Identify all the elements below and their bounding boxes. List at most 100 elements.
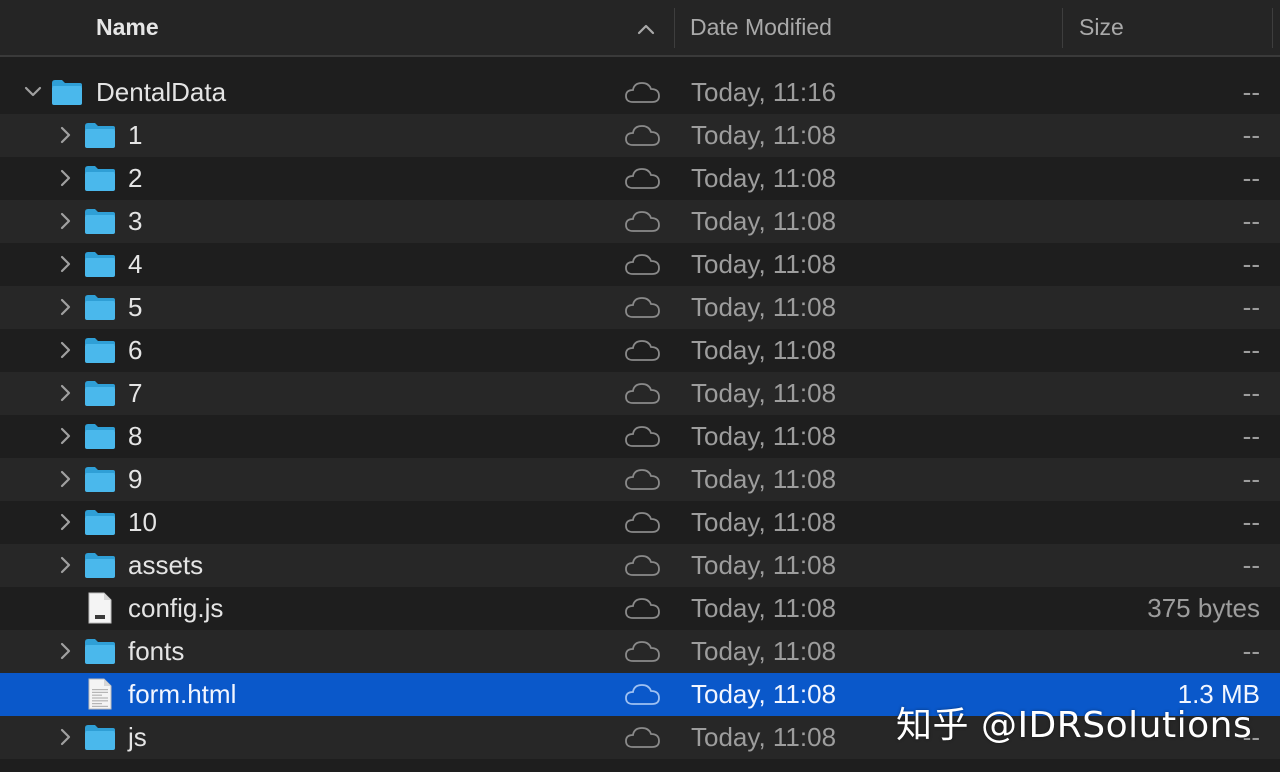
file-row[interactable]: 6 Today, 11:08 -- [0, 329, 1280, 372]
chevron-right-icon[interactable] [57, 555, 75, 575]
chevron-right-icon[interactable] [57, 297, 75, 317]
folder-icon [85, 553, 115, 578]
folder-icon [85, 209, 115, 234]
file-row[interactable]: 3 Today, 11:08 -- [0, 200, 1280, 243]
folder-icon [85, 725, 115, 750]
folder-icon [85, 166, 115, 191]
date-modified: Today, 11:08 [691, 335, 837, 365]
file-size: -- [1242, 77, 1260, 107]
file-row[interactable]: 8 Today, 11:08 -- [0, 415, 1280, 458]
date-modified: Today, 11:08 [691, 464, 837, 494]
icloud-status-icon[interactable] [624, 294, 662, 320]
date-modified: Today, 11:08 [691, 120, 837, 150]
finder-window: Name Date Modified Size DentalData Today,… [0, 0, 1280, 772]
chevron-down-icon[interactable] [24, 82, 42, 102]
file-row[interactable]: fonts Today, 11:08 -- [0, 630, 1280, 673]
chevron-right-icon[interactable] [57, 383, 75, 403]
chevron-right-icon[interactable] [57, 211, 75, 231]
file-name: config.js [128, 593, 224, 623]
watermark: 知乎 @IDRSolutions [896, 705, 1253, 746]
chevron-right-icon[interactable] [57, 168, 75, 188]
date-modified: Today, 11:08 [691, 378, 837, 408]
file-row[interactable]: 1 Today, 11:08 -- [0, 114, 1280, 157]
file-list: DentalData Today, 11:16 -- 1 Today, 11:08 -- 2… [0, 71, 1280, 759]
file-name: 3 [128, 206, 143, 236]
icloud-status-icon[interactable] [624, 122, 662, 148]
file-row[interactable]: 4 Today, 11:08 -- [0, 243, 1280, 286]
file-name: assets [128, 550, 204, 580]
icloud-status-icon[interactable] [624, 251, 662, 277]
folder-icon [52, 80, 82, 105]
chevron-right-icon[interactable] [57, 340, 75, 360]
javascript-file-icon [88, 592, 112, 624]
file-row[interactable]: 10 Today, 11:08 -- [0, 501, 1280, 544]
icloud-status-icon[interactable] [624, 380, 662, 406]
file-size: -- [1242, 507, 1260, 537]
folder-icon [85, 510, 115, 535]
date-modified: Today, 11:08 [691, 292, 837, 322]
folder-icon [85, 381, 115, 406]
file-size: -- [1242, 163, 1260, 193]
column-separator[interactable] [1272, 8, 1273, 48]
file-row[interactable]: 5 Today, 11:08 -- [0, 286, 1280, 329]
column-separator[interactable] [1062, 8, 1063, 48]
date-modified: Today, 11:08 [691, 550, 837, 580]
file-name: js [128, 722, 147, 752]
chevron-right-icon[interactable] [57, 426, 75, 446]
file-size: -- [1242, 421, 1260, 451]
icloud-status-icon[interactable] [624, 208, 662, 234]
file-name: 5 [128, 292, 143, 322]
date-modified: Today, 11:08 [691, 249, 837, 279]
column-separator[interactable] [674, 8, 675, 48]
file-row[interactable]: DentalData Today, 11:16 -- [0, 71, 1280, 114]
file-size: -- [1242, 292, 1260, 322]
date-modified: Today, 11:08 [691, 163, 837, 193]
date-modified: Today, 11:08 [691, 593, 837, 623]
icloud-status-icon[interactable] [624, 79, 662, 105]
chevron-right-icon[interactable] [57, 469, 75, 489]
file-name: 10 [128, 507, 157, 537]
column-header-date-modified[interactable]: Date Modified [690, 0, 832, 55]
file-row[interactable]: 2 Today, 11:08 -- [0, 157, 1280, 200]
html-file-icon [88, 678, 112, 710]
icloud-status-icon[interactable] [624, 552, 662, 578]
column-header: Name Date Modified Size [0, 0, 1280, 57]
icloud-status-icon[interactable] [624, 595, 662, 621]
icloud-status-icon[interactable] [624, 638, 662, 664]
file-name: 4 [128, 249, 143, 279]
file-size: -- [1242, 249, 1260, 279]
chevron-right-icon[interactable] [57, 125, 75, 145]
file-size: 375 bytes [1147, 593, 1260, 623]
column-header-name[interactable]: Name [96, 0, 159, 55]
icloud-status-icon[interactable] [624, 724, 662, 750]
file-name: form.html [128, 679, 237, 709]
column-header-size[interactable]: Size [1079, 0, 1124, 55]
folder-icon [85, 252, 115, 277]
file-size: -- [1242, 206, 1260, 236]
folder-icon [85, 338, 115, 363]
file-row[interactable]: assets Today, 11:08 -- [0, 544, 1280, 587]
date-modified: Today, 11:08 [691, 206, 837, 236]
icloud-status-icon[interactable] [624, 509, 662, 535]
chevron-right-icon[interactable] [57, 641, 75, 661]
file-size: -- [1242, 335, 1260, 365]
file-row[interactable]: 7 Today, 11:08 -- [0, 372, 1280, 415]
icloud-status-icon[interactable] [624, 681, 662, 707]
file-row[interactable]: 9 Today, 11:08 -- [0, 458, 1280, 501]
chevron-right-icon[interactable] [57, 512, 75, 532]
date-modified: Today, 11:08 [691, 507, 837, 537]
date-modified: Today, 11:08 [691, 722, 837, 752]
chevron-right-icon[interactable] [57, 727, 75, 747]
file-name: 6 [128, 335, 143, 365]
file-name: 7 [128, 378, 143, 408]
icloud-status-icon[interactable] [624, 423, 662, 449]
icloud-status-icon[interactable] [624, 466, 662, 492]
sort-ascending-icon[interactable] [634, 19, 658, 39]
file-name: DentalData [96, 77, 227, 107]
chevron-right-icon[interactable] [57, 254, 75, 274]
icloud-status-icon[interactable] [624, 337, 662, 363]
file-row[interactable]: config.js Today, 11:08 375 bytes [0, 587, 1280, 630]
icloud-status-icon[interactable] [624, 165, 662, 191]
date-modified: Today, 11:08 [691, 679, 837, 709]
date-modified: Today, 11:16 [691, 77, 837, 107]
